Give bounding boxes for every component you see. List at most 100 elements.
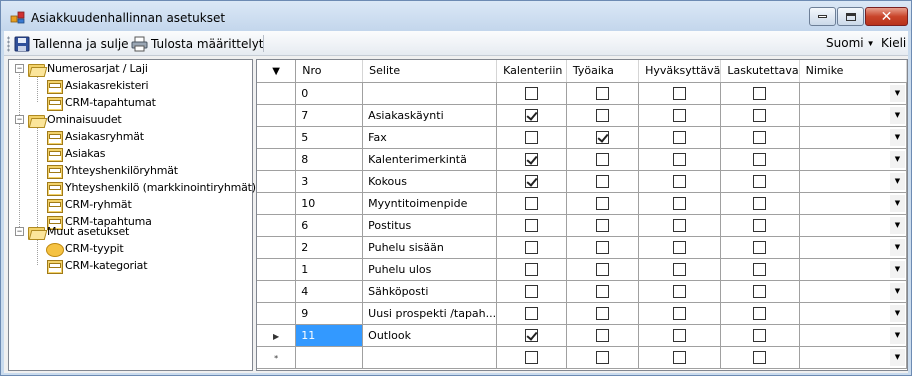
tyoaika-checkbox[interactable] [595, 350, 609, 364]
hyvaksyttava-checkbox[interactable] [673, 284, 687, 298]
row-header[interactable] [257, 82, 297, 105]
cell-nro[interactable]: 1 [295, 258, 364, 281]
kalenteriin-checkbox[interactable] [525, 350, 538, 364]
table-row[interactable]: 8 Kalenterimerkintä ▼ [257, 148, 907, 171]
select-all-header[interactable]: ▼ [257, 60, 297, 83]
row-header[interactable] [257, 302, 297, 325]
table-row[interactable]: 10 Myyntitoimenpide ▼ [257, 192, 907, 215]
table-row[interactable]: 3 Kokous ▼ [257, 170, 907, 193]
dropdown-arrow-icon[interactable]: ▼ [890, 304, 905, 322]
kalenteriin-checkbox[interactable] [525, 174, 538, 188]
dropdown-arrow-icon[interactable]: ▼ [890, 128, 905, 146]
cell-selite[interactable]: Postitus [362, 214, 498, 237]
kalenteriin-checkbox[interactable] [525, 306, 538, 320]
row-header[interactable] [257, 214, 297, 237]
row-header[interactable] [257, 126, 297, 149]
cell-selite[interactable]: Puhelu ulos [362, 258, 498, 281]
cell-nro[interactable]: 8 [295, 148, 364, 171]
cell-nro[interactable]: 7 [295, 104, 364, 127]
cell-nro[interactable]: 2 [295, 236, 364, 259]
tree-node-crm-tyypit[interactable]: CRM-tyypit [45, 240, 124, 257]
table-row[interactable]: 5 Fax ▼ [257, 126, 907, 149]
table-row[interactable]: 4 Sähköposti ▼ [257, 280, 907, 303]
tyoaika-checkbox[interactable] [595, 196, 609, 210]
cell-nro[interactable]: 4 [295, 280, 364, 303]
cell-nimike[interactable]: ▼ [799, 126, 907, 149]
dropdown-arrow-icon[interactable]: ▼ [890, 326, 905, 344]
laskutettava-checkbox[interactable] [753, 130, 767, 144]
close-button[interactable]: ✕ [865, 7, 908, 26]
cell-nro[interactable]: 10 [295, 192, 364, 215]
tree-node-asiakas[interactable]: Asiakas [45, 145, 106, 162]
dropdown-arrow-icon[interactable]: ▼ [890, 216, 905, 234]
types-grid[interactable]: ▼ Nro Selite Kalenteriin Työaika Hyväksy… [256, 59, 908, 371]
cell-nimike[interactable]: ▼ [799, 82, 907, 105]
cell-nimike[interactable]: ▼ [799, 302, 907, 325]
kalenteriin-checkbox[interactable] [525, 284, 538, 298]
tree-node-yhteyshenkiloryhmat[interactable]: Yhteyshenkilöryhmät [45, 162, 178, 179]
collapse-toggle[interactable]: − [15, 115, 24, 124]
tree-node-crm-kategoriat[interactable]: CRM-kategoriat [45, 257, 148, 274]
tree-node-asiakasrekisteri[interactable]: Asiakasrekisteri [45, 77, 149, 94]
settings-tree[interactable]: − − − Numerosarjat / Laji Asiakasrekiste… [8, 59, 256, 371]
collapse-toggle[interactable]: − [15, 227, 24, 236]
kalenteriin-checkbox[interactable] [525, 130, 538, 144]
column-header-selite[interactable]: Selite [362, 60, 498, 83]
column-header-nro[interactable]: Nro [295, 60, 364, 83]
tyoaika-checkbox[interactable] [595, 284, 609, 298]
tree-node-crm-ryhmat[interactable]: CRM-ryhmät [45, 196, 132, 213]
cell-nro[interactable]: 0 [295, 82, 364, 105]
laskutettava-checkbox[interactable] [753, 218, 767, 232]
hyvaksyttava-checkbox[interactable] [673, 350, 687, 364]
minimize-button[interactable] [809, 7, 836, 26]
table-row[interactable]: 2 Puhelu sisään ▼ [257, 236, 907, 259]
cell-selite[interactable]: Sähköposti [362, 280, 498, 303]
tree-node-yhteyshenkilo[interactable]: Yhteyshenkilö (markkinointiryhmät) [45, 179, 256, 196]
column-header-kalenteriin[interactable]: Kalenteriin [496, 60, 567, 83]
dropdown-arrow-icon[interactable]: ▼ [890, 282, 905, 300]
kalenteriin-checkbox[interactable] [525, 218, 538, 232]
row-header[interactable] [257, 104, 297, 127]
language-menu[interactable]: Kieli [881, 36, 906, 50]
cell-selite[interactable]: Kalenterimerkintä [362, 148, 498, 171]
cell-selite[interactable]: Uusi prospekti /tapah... [362, 302, 498, 325]
row-header[interactable] [257, 258, 297, 281]
row-header[interactable] [257, 170, 297, 193]
table-row[interactable]: 0 ▼ [257, 82, 907, 105]
hyvaksyttava-checkbox[interactable] [673, 130, 687, 144]
kalenteriin-checkbox[interactable] [525, 262, 538, 276]
tree-node-numerosarjat[interactable]: Numerosarjat / Laji [27, 60, 148, 77]
tree-node-asiakasryhmat[interactable]: Asiakasryhmät [45, 128, 144, 145]
laskutettava-checkbox[interactable] [753, 284, 767, 298]
tyoaika-checkbox[interactable] [595, 306, 609, 320]
cell-nimike[interactable]: ▼ [799, 324, 907, 347]
cell-nimike[interactable]: ▼ [799, 170, 907, 193]
cell-nro[interactable]: 5 [295, 126, 364, 149]
column-header-laskutettava[interactable]: Laskutettava [720, 60, 800, 83]
tyoaika-checkbox[interactable] [595, 152, 609, 166]
language-dropdown[interactable]: Suomi ▼ [826, 36, 875, 50]
collapse-toggle[interactable]: − [15, 64, 24, 73]
laskutettava-checkbox[interactable] [753, 306, 767, 320]
dropdown-arrow-icon[interactable]: ▼ [890, 106, 905, 124]
row-header[interactable]: * [257, 346, 297, 369]
tree-node-crm-tapahtumat[interactable]: CRM-tapahtumat [45, 94, 156, 111]
cell-nimike[interactable]: ▼ [799, 104, 907, 127]
cell-nimike[interactable]: ▼ [799, 258, 907, 281]
laskutettava-checkbox[interactable] [753, 108, 767, 122]
cell-selite[interactable]: Myyntitoimenpide [362, 192, 498, 215]
hyvaksyttava-checkbox[interactable] [673, 240, 687, 254]
hyvaksyttava-checkbox[interactable] [673, 262, 687, 276]
cell-selite[interactable] [362, 346, 498, 369]
table-row[interactable]: ▶ 11 Outlook ▼ [257, 324, 907, 347]
column-header-tyoaika[interactable]: Työaika [566, 60, 640, 83]
column-header-nimike[interactable]: Nimike [799, 60, 907, 83]
tyoaika-checkbox[interactable] [595, 262, 609, 276]
row-header[interactable] [257, 280, 297, 303]
dropdown-arrow-icon[interactable]: ▼ [890, 194, 905, 212]
cell-nro[interactable]: 11 [295, 324, 364, 347]
tyoaika-checkbox[interactable] [595, 174, 609, 188]
hyvaksyttava-checkbox[interactable] [673, 108, 687, 122]
hyvaksyttava-checkbox[interactable] [673, 174, 687, 188]
laskutettava-checkbox[interactable] [753, 152, 767, 166]
